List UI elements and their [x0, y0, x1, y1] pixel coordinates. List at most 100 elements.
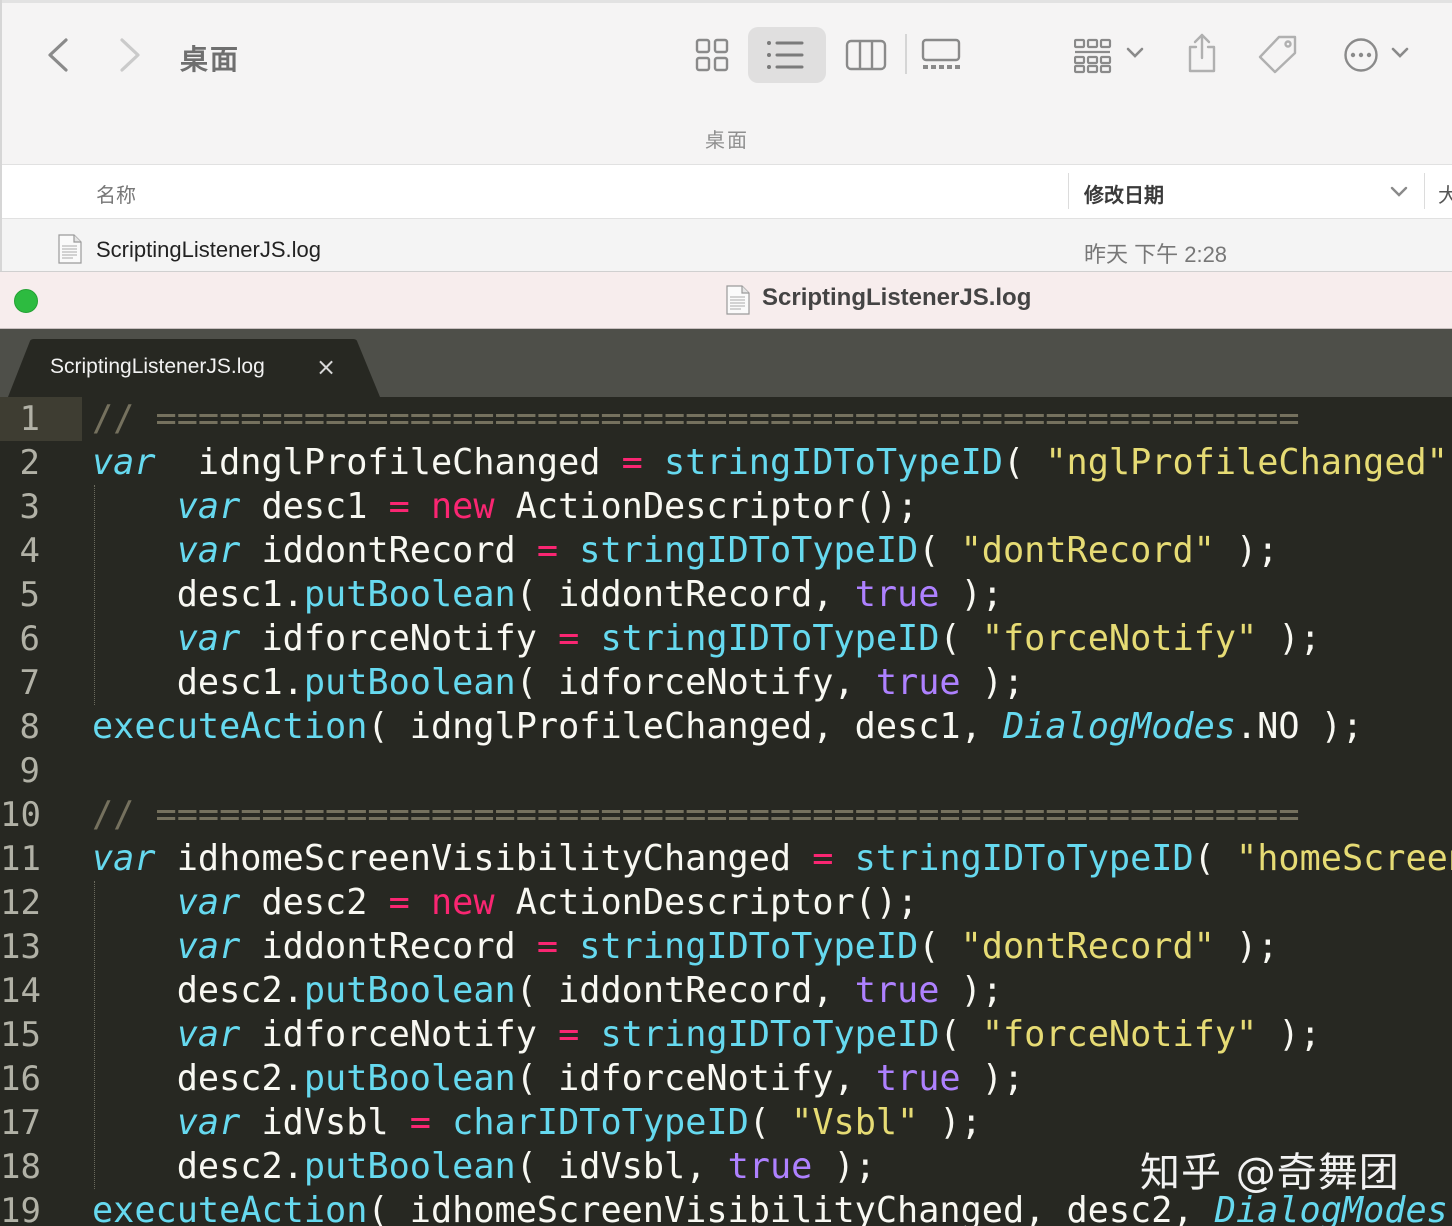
code-line[interactable]: 2 var idnglProfileChanged = stringIDToTyp…	[0, 441, 1452, 485]
tab-scriptinglistenerjs[interactable]: ScriptingListenerJS.log ×	[8, 339, 380, 397]
code-token: "dontRecord"	[960, 926, 1215, 967]
back-icon[interactable]	[42, 36, 74, 79]
more-icon[interactable]	[1343, 37, 1379, 78]
code-text[interactable]: desc2.putBoolean( idforceNotify, true );	[92, 1057, 1024, 1101]
window-zoom-button[interactable]	[14, 289, 38, 313]
code-line[interactable]: 10 // ===================================…	[0, 793, 1452, 837]
code-token: .NO );	[1236, 706, 1364, 747]
code-line[interactable]: 5 desc1.putBoolean( iddontRecord, true )…	[0, 573, 1452, 617]
code-text[interactable]: // =====================================…	[92, 397, 1300, 441]
column-view-icon[interactable]	[845, 38, 887, 77]
code-token: stringIDToTypeID	[600, 618, 940, 659]
share-icon[interactable]	[1185, 32, 1219, 79]
line-number[interactable]: 15	[0, 1013, 41, 1057]
forward-icon[interactable]	[114, 36, 146, 79]
line-number[interactable]: 10	[0, 793, 41, 837]
code-text[interactable]: var iddontRecord = stringIDToTypeID( "do…	[92, 529, 1279, 573]
line-number[interactable]: 14	[0, 969, 41, 1013]
chevron-down-icon[interactable]	[1391, 46, 1409, 65]
code-line[interactable]: 16 desc2.putBoolean( idforceNotify, true…	[0, 1057, 1452, 1101]
tag-icon[interactable]	[1257, 34, 1299, 79]
line-number[interactable]: 18	[0, 1145, 41, 1189]
code-token: stringIDToTypeID	[854, 838, 1194, 879]
code-token: var	[176, 618, 241, 659]
line-number[interactable]: 7	[0, 661, 40, 705]
sort-chevron-icon[interactable]	[1390, 185, 1408, 203]
line-number[interactable]: 1	[0, 397, 40, 441]
code-line[interactable]: 9	[0, 749, 1452, 793]
code-token: );	[918, 1102, 982, 1143]
code-line[interactable]: 11 var idhomeScreenVisibilityChanged = st…	[0, 837, 1452, 881]
line-number[interactable]: 4	[0, 529, 40, 573]
icon-view-icon[interactable]	[695, 38, 729, 77]
line-number[interactable]: 8	[0, 705, 40, 749]
group-icon[interactable]	[1073, 38, 1112, 79]
code-text[interactable]: desc2.putBoolean( idVsbl, true );	[92, 1145, 876, 1189]
list-view-icon[interactable]	[765, 39, 805, 76]
column-divider[interactable]	[1068, 173, 1069, 209]
code-token: );	[960, 1058, 1025, 1099]
code-text[interactable]: var idnglProfileChanged = stringIDToType…	[92, 441, 1452, 485]
column-divider[interactable]	[1424, 173, 1425, 209]
line-number[interactable]: 19	[0, 1189, 41, 1226]
code-token: stringIDToTypeID	[664, 442, 1003, 483]
code-line[interactable]: 15 var idforceNotify = stringIDToTypeID(…	[0, 1013, 1452, 1057]
column-header-name[interactable]: 名称	[96, 179, 136, 208]
code-text[interactable]: var desc1 = new ActionDescriptor();	[92, 485, 919, 529]
line-number[interactable]: 5	[0, 573, 40, 617]
code-line[interactable]: 3 var desc1 = new ActionDescriptor();	[0, 485, 1452, 529]
code-line[interactable]: 12 var desc2 = new ActionDescriptor();	[0, 881, 1452, 925]
code-token: =	[536, 530, 559, 571]
code-line[interactable]: 4 var iddontRecord = stringIDToTypeID( "…	[0, 529, 1452, 573]
code-text[interactable]: // =====================================…	[92, 793, 1300, 837]
line-number[interactable]: 17	[0, 1101, 41, 1145]
code-line[interactable]: 8 executeAction( idnglProfileChanged, des…	[0, 705, 1452, 749]
code-text[interactable]: var idforceNotify = stringIDToTypeID( "f…	[92, 1013, 1321, 1057]
line-number[interactable]: 6	[0, 617, 40, 661]
code-text[interactable]: var desc2 = new ActionDescriptor();	[92, 881, 919, 925]
code-token: (	[918, 926, 961, 967]
column-header-size[interactable]: 大	[1438, 179, 1452, 208]
code-token: );	[960, 662, 1025, 703]
path-label: 桌面	[705, 130, 749, 152]
code-line[interactable]: 6 var idforceNotify = stringIDToTypeID( …	[0, 617, 1452, 661]
document-icon	[726, 285, 750, 320]
code-line[interactable]: 14 desc2.putBoolean( iddontRecord, true …	[0, 969, 1452, 1013]
editor-titlebar[interactable]: ScriptingListenerJS.log	[0, 271, 1452, 329]
line-number[interactable]: 13	[0, 925, 41, 969]
line-number[interactable]: 9	[0, 749, 40, 793]
code-line[interactable]: 7 desc1.putBoolean( idforceNotify, true …	[0, 661, 1452, 705]
line-number[interactable]: 12	[0, 881, 41, 925]
code-line[interactable]: 1 // ====================================…	[0, 397, 1452, 441]
code-text[interactable]: var idhomeScreenVisibilityChanged = stri…	[92, 837, 1452, 881]
code-token: desc1.	[92, 574, 304, 615]
file-name[interactable]: ScriptingListenerJS.log	[96, 237, 321, 263]
code-line[interactable]: 17 var idVsbl = charIDToTypeID( "Vsbl" )…	[0, 1101, 1452, 1145]
tab-label[interactable]: ScriptingListenerJS.log	[50, 355, 265, 379]
file-row[interactable]: ScriptingListenerJS.log 昨天 下午 2:28	[2, 219, 1452, 271]
line-number[interactable]: 2	[0, 441, 40, 485]
line-number[interactable]: 3	[0, 485, 40, 529]
code-text[interactable]: var idVsbl = charIDToTypeID( "Vsbl" );	[92, 1101, 982, 1145]
code-text[interactable]: var iddontRecord = stringIDToTypeID( "do…	[92, 925, 1279, 969]
close-icon[interactable]: ×	[316, 353, 336, 381]
code-line[interactable]: 13 var iddontRecord = stringIDToTypeID( …	[0, 925, 1452, 969]
code-text[interactable]: desc1.putBoolean( idforceNotify, true );	[92, 661, 1024, 705]
code-text[interactable]: desc2.putBoolean( iddontRecord, true );	[92, 969, 1003, 1013]
chevron-down-icon[interactable]	[1126, 46, 1144, 65]
code-text[interactable]: desc1.putBoolean( iddontRecord, true );	[92, 573, 1003, 617]
code-token: ActionDescriptor();	[494, 486, 919, 527]
code-text[interactable]: executeAction( idnglProfileChanged, desc…	[92, 705, 1363, 749]
line-number[interactable]: 16	[0, 1057, 41, 1101]
code-text[interactable]: var idforceNotify = stringIDToTypeID( "f…	[92, 617, 1321, 661]
code-editor[interactable]: 1 // ====================================…	[0, 397, 1452, 1226]
column-header-modified[interactable]: 修改日期	[1084, 179, 1164, 208]
gallery-view-icon[interactable]	[921, 38, 963, 77]
code-token: desc1	[240, 486, 389, 527]
line-number[interactable]: 11	[0, 837, 41, 881]
